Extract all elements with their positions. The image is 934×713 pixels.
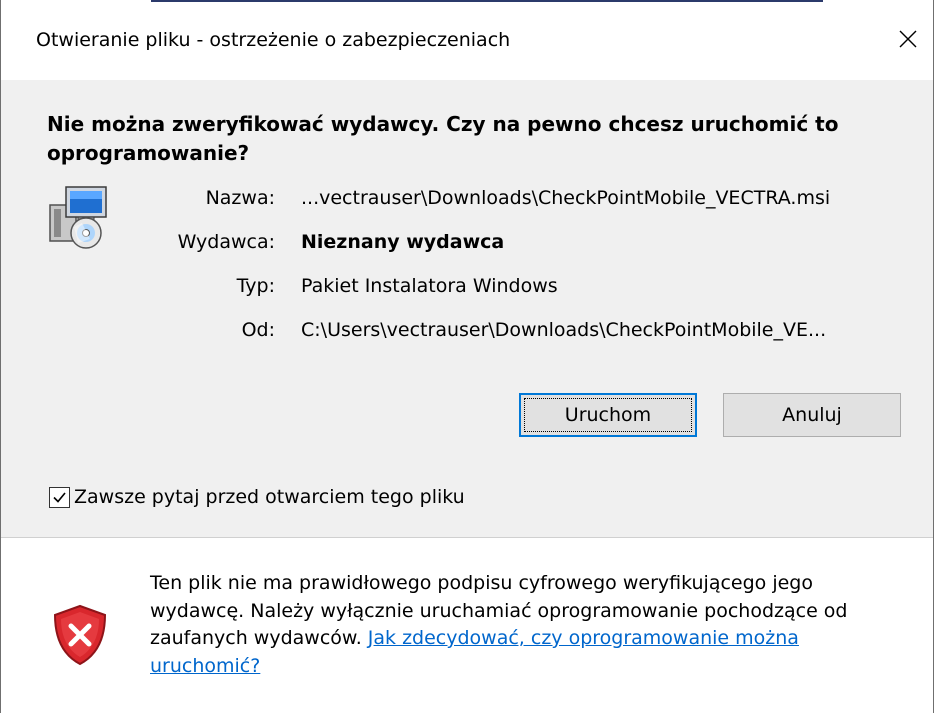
type-label: Typ:	[236, 275, 275, 297]
footer-message: Ten plik nie ma prawidłowego podpisu cyf…	[150, 570, 910, 680]
run-button-label: Uruchom	[564, 404, 652, 426]
always-ask-option[interactable]: Zawsze pytaj przed otwarciem tego pliku	[49, 486, 465, 508]
title-bar: Otwieranie pliku - ostrzeżenie o zabezpi…	[1, 0, 933, 80]
cancel-button-label: Anuluj	[782, 404, 842, 426]
close-button[interactable]	[883, 14, 933, 64]
publisher-label: Wydawca:	[177, 231, 275, 253]
checkmark-icon	[53, 491, 66, 503]
security-warning-dialog: Otwieranie pliku - ostrzeżenie o zabezpi…	[0, 0, 934, 713]
close-icon	[899, 30, 917, 48]
from-value: C:\Users\vectrauser\Downloads\CheckPoint…	[301, 319, 827, 341]
title-bar-accent	[151, 0, 823, 2]
name-value: ...vectrauser\Downloads\CheckPointMobile…	[301, 187, 831, 209]
cancel-button[interactable]: Anuluj	[723, 393, 901, 437]
publisher-value: Nieznany wydawca	[301, 231, 505, 253]
from-label: Od:	[241, 319, 275, 341]
security-shield-error-icon	[53, 604, 107, 666]
warning-heading: Nie można zweryfikować wydawcy. Czy na p…	[47, 112, 839, 165]
always-ask-label: Zawsze pytaj przed otwarciem tego pliku	[74, 486, 465, 508]
installer-package-icon	[49, 186, 107, 249]
type-value: Pakiet Instalatora Windows	[301, 275, 558, 297]
always-ask-checkbox[interactable]	[49, 486, 70, 508]
run-button[interactable]: Uruchom	[519, 393, 697, 437]
name-label: Nazwa:	[205, 187, 275, 209]
dialog-title: Otwieranie pliku - ostrzeżenie o zabezpi…	[36, 29, 511, 51]
